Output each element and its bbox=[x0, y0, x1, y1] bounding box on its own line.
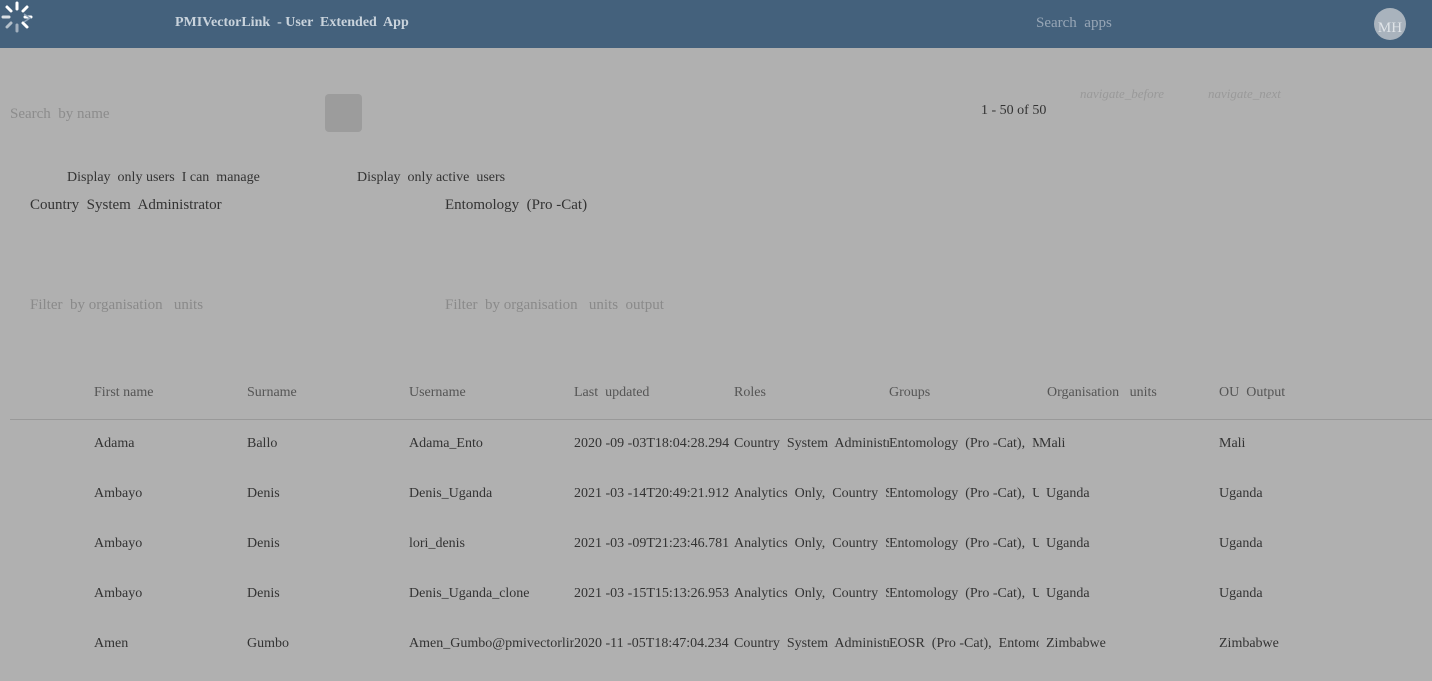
active-users-checkbox[interactable]: Display only active users bbox=[357, 170, 505, 186]
cell-first-name: Ambayo bbox=[94, 586, 143, 601]
search-action-button[interactable] bbox=[325, 94, 362, 132]
column-header-username[interactable]: Username bbox=[409, 385, 574, 401]
cell-groups: Entomology (Pro -Cat), UCC bbox=[889, 536, 1039, 551]
org-units-output-filter-input[interactable]: Filter by organisation units output bbox=[445, 297, 664, 314]
cell-surname: Gumbo bbox=[247, 636, 289, 651]
cell-first-name: Amen bbox=[94, 636, 129, 651]
cell-groups: Entomology (Pro -Cat), MRC bbox=[889, 436, 1039, 451]
cell-last-updated: 2021 -03 -09T21:23:46.781 bbox=[574, 536, 730, 551]
cell-groups: Entomology (Pro -Cat), UCC bbox=[889, 586, 1039, 601]
table-row[interactable]: Amen Gumbo Amen_Gumbo@pmivectorlink.org … bbox=[0, 636, 1432, 681]
table-row[interactable]: Ambayo Denis Denis_Uganda_clone 2021 -03… bbox=[0, 586, 1432, 636]
top-bar: PMIVectorLink - User Extended App Search… bbox=[0, 0, 1432, 48]
app-title: PMIVectorLink - User Extended App bbox=[175, 15, 409, 30]
table-row[interactable]: Ambayo Denis Denis_Uganda 2021 -03 -14T2… bbox=[0, 486, 1432, 536]
cell-org-units: Uganda bbox=[1046, 586, 1090, 601]
cell-first-name: Ambayo bbox=[94, 486, 143, 501]
cell-roles: Analytics Only, Country System bbox=[734, 486, 889, 501]
loading-spinner-icon bbox=[1, 1, 33, 33]
column-header-roles[interactable]: Roles bbox=[734, 385, 889, 401]
cell-last-updated: 2021 -03 -14T20:49:21.912 bbox=[574, 486, 730, 501]
cell-org-units: Zimbabwe bbox=[1046, 636, 1106, 651]
column-header-ou-output[interactable]: OU Output bbox=[1219, 385, 1419, 401]
navigate-next-icon[interactable]: navigate_next bbox=[1208, 86, 1281, 102]
cell-username: Amen_Gumbo@pmivectorlink.org bbox=[409, 636, 574, 651]
cell-org-units: Uganda bbox=[1046, 486, 1090, 501]
cell-roles: Analytics Only, Country System bbox=[734, 586, 889, 601]
cell-roles: Country System Administrator bbox=[734, 436, 889, 451]
manage-users-checkbox[interactable]: Display only users I can manage bbox=[67, 170, 260, 186]
cell-first-name: Adama bbox=[94, 436, 135, 451]
cell-username: Denis_Uganda_clone bbox=[409, 586, 530, 601]
cell-last-updated: 2020 -09 -03T18:04:28.294 bbox=[574, 436, 730, 451]
org-units-filter-input[interactable]: Filter by organisation units bbox=[30, 297, 203, 314]
cell-groups: EOSR (Pro -Cat), Entomology bbox=[889, 636, 1039, 651]
cell-roles: Analytics Only, Country System bbox=[734, 536, 889, 551]
column-header-first-name[interactable]: First name bbox=[94, 385, 244, 401]
table-row[interactable]: Ambayo Denis lori_denis 2021 -03 -09T21:… bbox=[0, 536, 1432, 586]
cell-ou-output: Uganda bbox=[1219, 536, 1263, 551]
group-select[interactable]: Entomology (Pro -Cat) bbox=[445, 197, 587, 214]
cell-surname: Denis bbox=[247, 586, 280, 601]
cell-org-units: Mali bbox=[1039, 436, 1066, 451]
apps-search-input[interactable]: Search apps bbox=[1036, 15, 1112, 32]
cell-org-units: Uganda bbox=[1046, 536, 1090, 551]
header-divider bbox=[10, 419, 1432, 420]
column-header-groups[interactable]: Groups bbox=[889, 385, 1039, 401]
cell-first-name: Ambayo bbox=[94, 536, 143, 551]
cell-surname: Denis bbox=[247, 536, 280, 551]
column-header-surname[interactable]: Surname bbox=[247, 385, 407, 401]
table-row[interactable]: Adama Ballo Adama_Ento 2020 -09 -03T18:0… bbox=[0, 436, 1432, 486]
cell-last-updated: 2021 -03 -15T15:13:26.953 bbox=[574, 586, 730, 601]
cell-username: Denis_Uganda bbox=[409, 486, 493, 501]
cell-surname: Ballo bbox=[247, 436, 278, 451]
column-header-org-units[interactable]: Organisation units bbox=[1047, 385, 1222, 401]
cell-username: lori_denis bbox=[409, 536, 465, 551]
role-select[interactable]: Country System Administrator bbox=[30, 197, 222, 214]
cell-surname: Denis bbox=[247, 486, 280, 501]
cell-last-updated: 2020 -11 -05T18:47:04.234 bbox=[574, 636, 729, 651]
cell-ou-output: Uganda bbox=[1219, 586, 1263, 601]
column-header-last-updated[interactable]: Last updated bbox=[574, 385, 734, 401]
cell-username: Adama_Ento bbox=[409, 436, 483, 451]
pagination-range: 1 - 50 of 50 bbox=[981, 103, 1047, 118]
cell-groups: Entomology (Pro -Cat), UCC bbox=[889, 486, 1039, 501]
user-avatar[interactable]: MH bbox=[1374, 8, 1406, 40]
cell-ou-output: Zimbabwe bbox=[1219, 636, 1279, 651]
search-by-name-input[interactable]: Search by name bbox=[10, 106, 110, 123]
cell-ou-output: Mali bbox=[1219, 436, 1246, 451]
navigate-before-icon[interactable]: navigate_before bbox=[1080, 86, 1164, 102]
cell-roles: Country System Administrator bbox=[734, 636, 889, 651]
cell-ou-output: Uganda bbox=[1219, 486, 1263, 501]
